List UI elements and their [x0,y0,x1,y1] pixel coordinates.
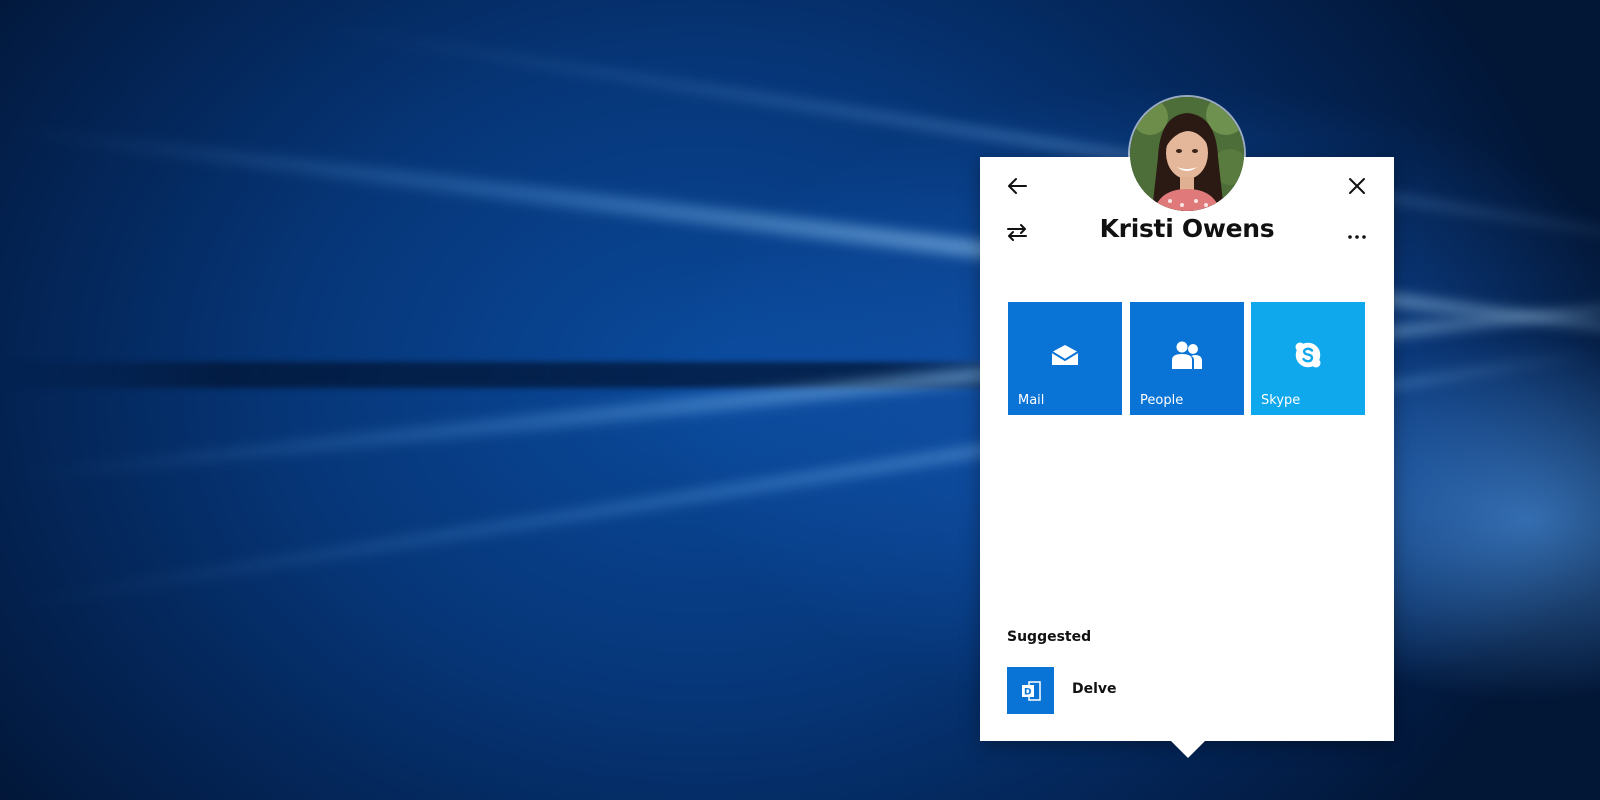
tile-label: Skype [1261,393,1301,408]
suggested-app-label: Delve [1072,681,1117,697]
swap-arrows-icon [1006,223,1028,245]
wallpaper-light-beam [299,20,1600,249]
suggested-app-delve[interactable]: D Delve [1007,667,1367,715]
delve-icon: D [1007,667,1054,714]
tile-label: Mail [1018,393,1045,408]
back-button[interactable] [1000,171,1034,205]
close-icon [1348,177,1366,199]
skype-tile[interactable]: Skype [1251,302,1365,415]
close-button[interactable] [1340,171,1374,205]
avatar [1130,97,1244,211]
contact-card [980,157,1394,741]
more-ellipsis-icon [1347,225,1367,244]
mail-tile[interactable]: Mail [1008,302,1122,415]
arrow-left-icon [1006,177,1028,199]
mail-envelope-icon [1008,338,1122,372]
people-tile[interactable]: People [1130,302,1244,415]
skype-icon [1251,338,1365,372]
switch-contact-button[interactable] [1000,217,1034,251]
people-icon [1130,338,1244,372]
more-options-button[interactable] [1340,217,1374,251]
suggested-heading: Suggested [1007,629,1092,645]
tile-label: People [1140,393,1184,408]
svg-text:D: D [1024,687,1031,697]
contact-card-pointer [1170,740,1206,758]
contact-name: Kristi Owens [1099,214,1275,243]
